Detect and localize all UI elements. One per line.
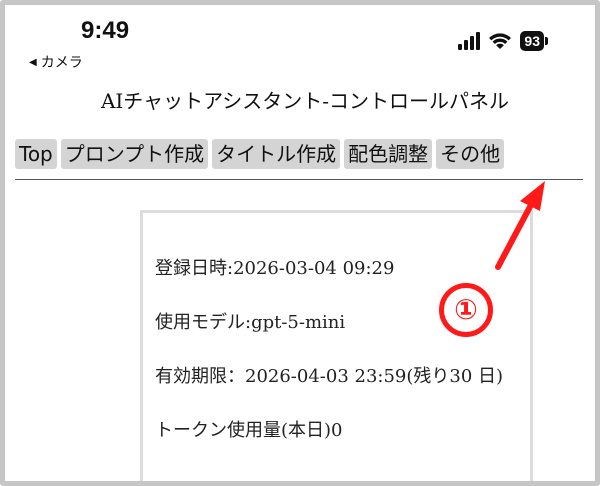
annotation-number: ① bbox=[439, 283, 493, 337]
screenshot-frame: 9:49 ◀ カメラ 93 AIチャットアシスタント-コントロールパネル Top… bbox=[0, 0, 600, 486]
annotation-arrow-icon bbox=[495, 181, 545, 270]
